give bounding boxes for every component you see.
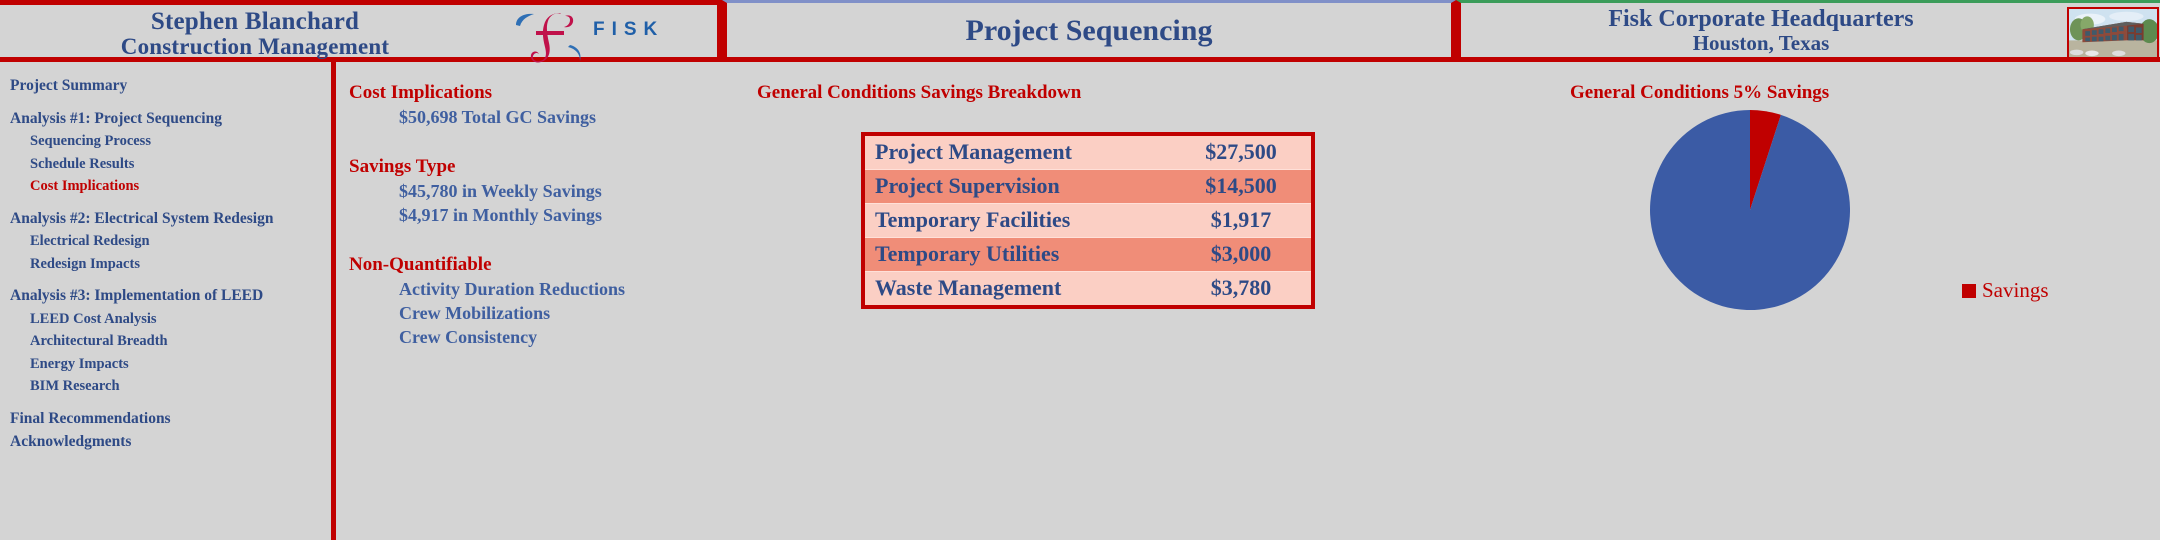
cost-implications-heading: Cost Implications	[349, 82, 493, 103]
pie-chart-graphic	[1650, 110, 1850, 310]
fisk-logo: FISK	[508, 7, 713, 63]
table-cell-value: $14,500	[1171, 169, 1313, 204]
table-cell-value: $3,000	[1171, 237, 1313, 272]
cost-implications-items: $50,698 Total GC Savings	[341, 107, 741, 128]
sidebar-item-leed-cost-analysis[interactable]: LEED Cost Analysis	[30, 308, 331, 331]
table-row: Temporary Utilities $3,000	[863, 237, 1313, 272]
table-cell-value: $1,917	[1171, 203, 1313, 238]
header-building-panel: Fisk Corporate Headquarters Houston, Tex…	[1456, 0, 2160, 62]
author-name: Stephen Blanchard	[150, 8, 360, 35]
savings-breakdown-column: General Conditions Savings Breakdown Pro…	[745, 62, 1445, 540]
savings-type-item: $45,780 in Weekly Savings	[399, 181, 602, 201]
building-rendering-icon	[2069, 9, 2157, 57]
table-body: Project Management $27,500 Project Supervi…	[863, 134, 1313, 307]
sidebar-item-schedule-results[interactable]: Schedule Results	[30, 153, 331, 176]
sidebar-item-list: Project Summary Analysis #1: Project Sequ…	[0, 74, 331, 454]
savings-type-items: $45,780 in Weekly Savings $4,917 in Month…	[341, 181, 741, 226]
table-cell-label: Temporary Facilities	[863, 203, 1171, 238]
sidebar-item-analysis-3-implementation-of-leed[interactable]: Analysis #3: Implementation of LEED	[10, 284, 331, 308]
author-block: Stephen Blanchard Construction Managemen…	[0, 8, 510, 60]
non-quantifiable-item: Crew Mobilizations	[399, 303, 551, 323]
table-row: Project Management $27,500	[863, 134, 1313, 170]
cost-implications-column: Cost Implications $50,698 Total GC Savin…	[341, 62, 741, 540]
page-header: Stephen Blanchard Construction Managemen…	[0, 0, 2160, 63]
legend-label-savings: Savings	[1982, 278, 2049, 302]
savings-type-heading: Savings Type	[349, 156, 456, 177]
table-cell-value: $3,780	[1171, 271, 1313, 307]
building-photo	[2067, 7, 2159, 59]
pie-chart-column: General Conditions 5% Savings Savings	[1450, 62, 2160, 540]
non-quantifiable-heading: Non-Quantifiable	[349, 254, 492, 275]
non-quantifiable-item: Activity Duration Reductions	[399, 279, 625, 299]
sidebar-item-architectural-breadth[interactable]: Architectural Breadth	[30, 330, 331, 353]
table-cell-label: Project Supervision	[863, 169, 1171, 204]
pie-chart: Savings	[1650, 110, 2049, 440]
building-location: Houston, Texas	[1692, 31, 1830, 56]
sidebar-item-acknowledgments[interactable]: Acknowledgments	[10, 430, 331, 454]
table-cell-label: Project Management	[863, 134, 1171, 170]
savings-breakdown-table: Project Management $27,500 Project Supervi…	[861, 132, 1315, 309]
sidebar-item-project-summary[interactable]: Project Summary	[10, 74, 331, 98]
author-role: Construction Management	[120, 34, 390, 59]
presentation-slide: Stephen Blanchard Construction Managemen…	[0, 0, 2160, 540]
fisk-wordmark: FISK	[593, 19, 665, 40]
table-row: Temporary Facilities $1,917	[863, 203, 1313, 238]
table-row: Project Supervision $14,500	[863, 169, 1313, 204]
sidebar-item-electrical-redesign[interactable]: Electrical Redesign	[30, 230, 331, 253]
sidebar-item-final-recommendations[interactable]: Final Recommendations	[10, 407, 331, 431]
legend-swatch-savings	[1962, 283, 1976, 298]
page-title: Project Sequencing	[965, 14, 1213, 47]
pie-chart-legend: Savings	[1962, 278, 2049, 303]
table-row: Waste Management $3,780	[863, 271, 1313, 307]
sidebar-item-analysis-1-project-sequencing[interactable]: Analysis #1: Project Sequencing	[10, 107, 331, 131]
header-title-panel: Project Sequencing	[722, 0, 1456, 62]
sidebar-item-analysis-2-electrical-system-redesign[interactable]: Analysis #2: Electrical System Redesign	[10, 207, 331, 231]
non-quantifiable-item: Crew Consistency	[399, 327, 538, 347]
table-cell-label: Temporary Utilities	[863, 237, 1171, 272]
sidebar-navigation[interactable]: Project Summary Analysis #1: Project Sequ…	[0, 62, 336, 540]
pie-chart-heading: General Conditions 5% Savings	[1570, 82, 1830, 103]
table-cell-value: $27,500	[1171, 134, 1313, 170]
building-name: Fisk Corporate Headquarters	[1608, 6, 1914, 32]
sidebar-item-cost-implications[interactable]: Cost Implications	[30, 175, 331, 198]
sidebar-item-redesign-impacts[interactable]: Redesign Impacts	[30, 253, 331, 276]
sidebar-item-sequencing-process[interactable]: Sequencing Process	[30, 130, 331, 153]
building-info: Fisk Corporate Headquarters Houston, Tex…	[1461, 6, 2061, 55]
table-cell-label: Waste Management	[863, 271, 1171, 307]
header-author-panel: Stephen Blanchard Construction Managemen…	[0, 0, 722, 63]
sidebar-item-bim-research[interactable]: BIM Research	[30, 375, 331, 398]
savings-breakdown-heading: General Conditions Savings Breakdown	[757, 82, 1082, 103]
non-quantifiable-items: Activity Duration Reductions Crew Mobiliz…	[341, 279, 741, 348]
cost-implications-item: $50,698 Total GC Savings	[399, 107, 597, 127]
savings-type-item: $4,917 in Monthly Savings	[399, 205, 603, 225]
sidebar-item-energy-impacts[interactable]: Energy Impacts	[30, 353, 331, 376]
